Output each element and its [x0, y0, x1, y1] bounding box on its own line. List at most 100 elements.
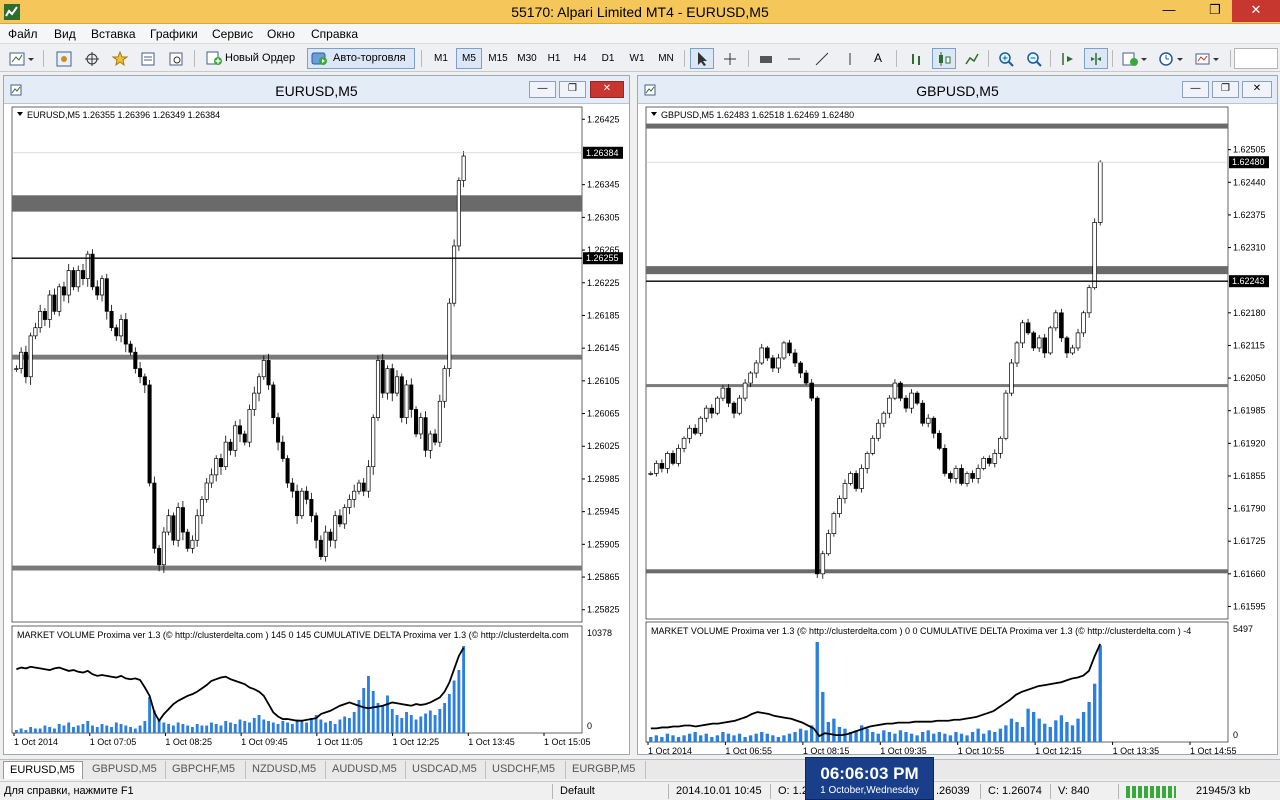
candle	[981, 458, 986, 469]
favorites-icon[interactable]	[108, 48, 132, 69]
horizontal-line-icon[interactable]	[782, 48, 806, 69]
volume-bar	[433, 715, 437, 733]
new-chart-button[interactable]	[6, 48, 38, 69]
chart-restore-button[interactable]: ❐	[1212, 81, 1239, 98]
menu-file[interactable]: Файл	[8, 27, 38, 41]
cursor-icon[interactable]	[690, 48, 714, 69]
timeframe-d1[interactable]: D1	[596, 48, 620, 69]
volume-bar	[395, 715, 399, 733]
timeframe-mn[interactable]: MN	[652, 48, 680, 69]
price-axis-label: 1.26425	[587, 114, 620, 124]
line-chart-icon[interactable]	[960, 48, 984, 69]
price-axis-label: 1.25865	[587, 572, 620, 582]
trendline-icon[interactable]	[810, 48, 834, 69]
status-profile[interactable]: Default	[560, 785, 595, 797]
level-zone	[646, 384, 1228, 388]
chart-plot-gbpusd[interactable]: 1.62505 1.62440 1.62375 1.62310 1.62180 1.621…	[638, 105, 1277, 754]
crosshair-icon[interactable]	[80, 48, 104, 69]
new-order-button[interactable]: Новый Ордер	[202, 48, 304, 69]
volume-bar	[748, 735, 753, 742]
zoom-out-icon[interactable]	[1022, 48, 1046, 69]
timeframe-m30[interactable]: M30	[513, 48, 541, 69]
timeframe-h1[interactable]: H1	[542, 48, 566, 69]
timeframe-m1[interactable]: M1	[428, 48, 454, 69]
strategy-tester-icon[interactable]	[164, 48, 188, 69]
chart-close-button[interactable]: ✕	[590, 81, 624, 98]
candle	[803, 372, 809, 384]
rectangle-tool-icon[interactable]	[754, 48, 778, 69]
autoscroll-icon[interactable]	[1056, 48, 1080, 69]
chart-close-button[interactable]: ✕	[1242, 81, 1272, 98]
crosshair-tool-icon[interactable]	[718, 48, 742, 69]
menu-help[interactable]: Справка	[311, 27, 358, 41]
zoom-in-icon[interactable]	[994, 48, 1018, 69]
candle	[356, 482, 361, 492]
candle	[266, 360, 271, 386]
chart-minimize-button[interactable]: —	[1182, 81, 1209, 98]
tab-eurusd[interactable]: EURUSD,M5	[3, 761, 83, 779]
bar-chart-icon[interactable]	[904, 48, 928, 69]
indicators-button[interactable]	[1118, 48, 1154, 69]
menu-tools[interactable]: Сервис	[212, 27, 253, 41]
candle	[233, 425, 238, 451]
timeframe-m15[interactable]: M15	[484, 48, 512, 69]
minimize-button[interactable]: —	[1154, 0, 1184, 22]
timeframe-w1[interactable]: W1	[624, 48, 650, 69]
chart-restore-button[interactable]: ❐	[559, 81, 586, 98]
candle	[770, 357, 776, 369]
candle	[1042, 337, 1048, 354]
price-axis-label: 1.62050	[1233, 373, 1266, 383]
volume-bar	[943, 733, 947, 742]
volume-bar	[181, 724, 185, 733]
chart-minimize-button[interactable]: —	[529, 81, 556, 98]
volume-bar	[205, 725, 209, 733]
volume-bar	[76, 725, 80, 733]
connection-indicator-icon	[1126, 786, 1176, 798]
close-button[interactable]: ✕	[1232, 0, 1280, 22]
auto-trading-button[interactable]: Авто-торговля	[307, 48, 415, 69]
navigator-icon[interactable]	[136, 48, 160, 69]
menu-view[interactable]: Вид	[54, 27, 76, 41]
time-axis-label: 1 Oct 13:45	[468, 737, 515, 747]
volume-bar	[776, 737, 781, 742]
volume-bar	[371, 691, 375, 733]
vertical-line-icon[interactable]	[838, 48, 862, 69]
chart-plot-eurusd[interactable]: 1.26425 1.26345 1.26305 1.26265 1.26225 1.261…	[4, 105, 629, 754]
menu-insert[interactable]: Вставка	[91, 27, 136, 41]
candle	[171, 515, 176, 541]
candle	[970, 473, 975, 479]
chart-shift-icon[interactable]	[1084, 48, 1108, 69]
time-axis-label: 1 Oct 09:35	[880, 746, 927, 754]
candle	[385, 368, 390, 394]
profiles-icon[interactable]	[52, 48, 76, 69]
tab-nzdusd[interactable]: NZDUSD,M5	[246, 761, 326, 779]
candle	[142, 376, 147, 386]
volume-bar	[110, 727, 113, 733]
tab-usdcad[interactable]: USDCAD,M5	[406, 761, 486, 779]
timeframe-m5[interactable]: M5	[456, 48, 482, 69]
candle	[853, 473, 859, 489]
candle	[133, 351, 138, 369]
candle	[920, 402, 925, 424]
tab-usdchf[interactable]: USDCHF,M5	[486, 761, 566, 779]
text-tool-icon[interactable]: A	[866, 48, 890, 69]
tab-gbpusd[interactable]: GBPUSD,M5	[86, 761, 166, 779]
search-input[interactable]	[1234, 48, 1278, 69]
tab-eurgbp[interactable]: EURGBP,M5	[566, 761, 646, 779]
volume-bar	[898, 730, 903, 742]
tab-audusd[interactable]: AUDUSD,M5	[326, 761, 406, 779]
price-axis-label: 1.26345	[587, 180, 620, 190]
restore-button[interactable]: ❐	[1200, 0, 1230, 22]
menu-window[interactable]: Окно	[267, 27, 295, 41]
candlestick-icon[interactable]	[932, 48, 956, 69]
volume-bar	[38, 728, 42, 733]
menu-charts[interactable]: Графики	[150, 27, 198, 41]
tab-gbpchf[interactable]: GBPCHF,M5	[166, 761, 246, 779]
timeframe-h4[interactable]: H4	[568, 48, 592, 69]
volume-bar	[367, 676, 370, 733]
candle	[128, 343, 133, 353]
periodicity-button[interactable]	[1156, 48, 1190, 69]
candle	[1053, 312, 1059, 329]
volume-bar	[14, 730, 18, 733]
templates-button[interactable]	[1192, 48, 1226, 69]
